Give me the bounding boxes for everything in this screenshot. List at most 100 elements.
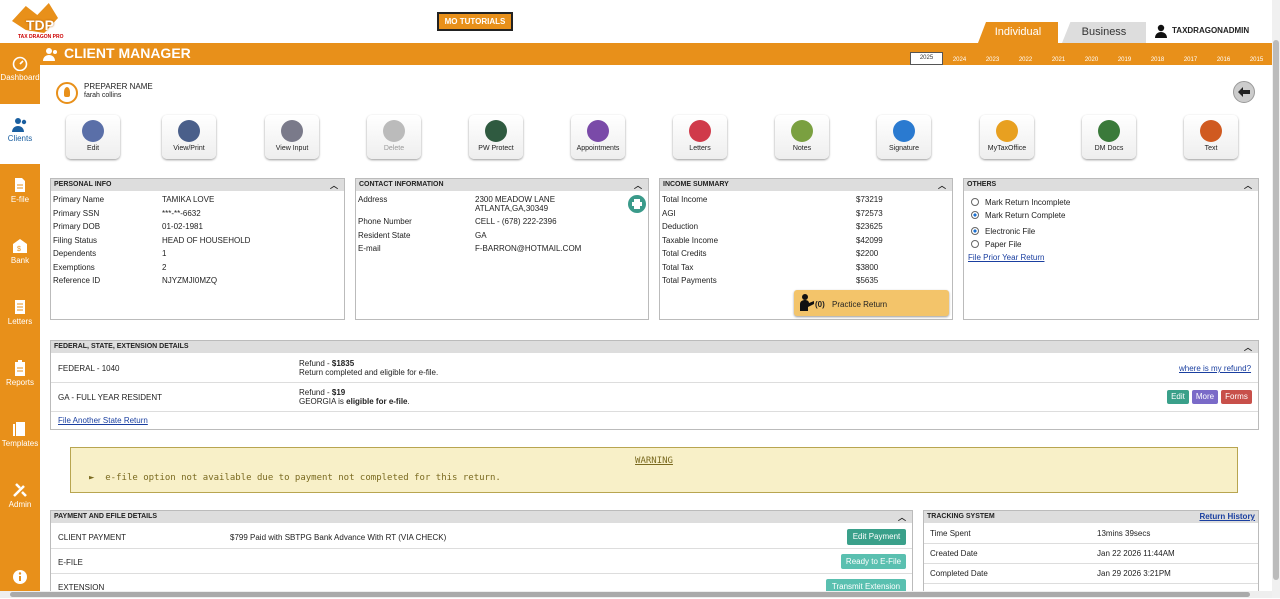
year-2025[interactable]: 2025 (910, 52, 943, 65)
personal-field-label: Filing Status (53, 235, 98, 245)
year-2024[interactable]: 2024 (943, 52, 976, 65)
mytaxoffice-label: MyTaxOffice (987, 145, 1027, 152)
return-history-link[interactable]: Return History (1199, 511, 1255, 523)
logo[interactable]: TDP TAX DRAGON PRO (4, 3, 66, 41)
appointments-label: Appointments (576, 145, 620, 152)
contact-info-title: CONTACT INFORMATION (359, 181, 444, 188)
collapse-icon[interactable]: ︿ (634, 180, 642, 192)
personal-field-value: TAMIKA LOVE (162, 195, 215, 204)
text-label: Text (1204, 145, 1218, 152)
collapse-icon[interactable]: ︿ (330, 180, 338, 192)
collapse-icon[interactable]: ︿ (938, 180, 946, 192)
letters-button[interactable]: Letters (673, 115, 727, 159)
letters-label: Letters (689, 145, 711, 152)
state-more-button[interactable]: More (1192, 390, 1218, 404)
horizontal-scrollbar[interactable] (0, 591, 1272, 598)
mark-complete-option[interactable]: Mark Return Complete (971, 211, 1065, 220)
collapse-icon[interactable]: ︿ (1244, 180, 1252, 192)
year-2015[interactable]: 2015 (1240, 52, 1273, 65)
view-print-label: View/Print (173, 145, 205, 152)
tracking-label: Completed Date (930, 569, 988, 578)
paper-file-option[interactable]: Paper File (971, 240, 1021, 249)
efile-label: E-FILE (58, 558, 83, 567)
appointments-icon (587, 120, 609, 142)
tracking-row: Created Date Jan 22 2026 11:44AM (924, 544, 1258, 564)
logo-text: TDP (26, 17, 54, 33)
mark-incomplete-label: Mark Return Incomplete (985, 198, 1071, 207)
file-prior-year-link[interactable]: File Prior Year Return (968, 253, 1044, 262)
electronic-file-option[interactable]: Electronic File (971, 227, 1035, 236)
income-field-label: Deduction (662, 222, 699, 231)
warning-title: WARNING (635, 456, 673, 466)
print-icon[interactable] (628, 195, 646, 213)
text-button[interactable]: Text (1184, 115, 1238, 159)
year-2018[interactable]: 2018 (1141, 52, 1174, 65)
edit-label: Edit (86, 145, 100, 152)
mytaxoffice-button[interactable]: MyTaxOffice (980, 115, 1034, 159)
income-summary-panel: INCOME SUMMARY ︿ Total Income $73219 AGI $72… (659, 178, 953, 320)
mark-incomplete-option[interactable]: Mark Return Incomplete (971, 198, 1070, 207)
sidebar-item-label: Letters (7, 317, 33, 326)
sidebar-item-dashboard[interactable]: Dashboard (0, 43, 40, 103)
sidebar-item-templates[interactable]: Templates (0, 409, 40, 469)
collapse-icon[interactable]: ︿ (898, 512, 906, 524)
svg-text:$: $ (17, 246, 21, 253)
radio-checked-icon[interactable] (971, 227, 979, 235)
dm-docs-button[interactable]: DM Docs (1082, 115, 1136, 159)
preparer-name: farah collins (84, 92, 122, 99)
appointments-button[interactable]: Appointments (571, 115, 625, 159)
clients-icon (12, 118, 27, 132)
sidebar-item-e-file[interactable]: E-file (0, 165, 40, 225)
pw-protect-button[interactable]: PW Protect (469, 115, 523, 159)
practice-count: (0) (815, 300, 825, 309)
tab-individual[interactable]: Individual (978, 22, 1058, 43)
collapse-icon[interactable]: ︿ (1244, 342, 1252, 354)
tab-business[interactable]: Business (1062, 22, 1146, 43)
scrollbar-thumb[interactable] (10, 592, 1250, 597)
sidebar-item-label: Templates (1, 439, 39, 448)
sidebar-item-admin[interactable]: Admin (0, 470, 40, 530)
income-field-label: Total Tax (662, 262, 694, 272)
radio-icon[interactable] (971, 198, 979, 206)
tracking-row: Time Spent 13mins 39secs (924, 524, 1258, 544)
edit-button[interactable]: Edit (66, 115, 120, 159)
notes-button[interactable]: Notes (775, 115, 829, 159)
warning-text: ► e-file option not available due to pay… (89, 473, 501, 483)
sidebar-item-letters[interactable]: Letters (0, 287, 40, 347)
personal-field-label: Dependents (53, 249, 97, 258)
ga-label: GA - FULL YEAR RESIDENT (58, 393, 163, 402)
radio-icon[interactable] (971, 240, 979, 248)
where-is-my-refund-link[interactable]: where is my refund? (1179, 364, 1251, 373)
signature-button[interactable]: Signature (877, 115, 931, 159)
scrollbar-thumb[interactable] (1273, 40, 1279, 580)
sidebar-item-reports[interactable]: Reports (0, 348, 40, 408)
others-panel: OTHERS ︿ Mark Return Incomplete Mark Retu… (963, 178, 1259, 320)
year-2022[interactable]: 2022 (1009, 52, 1042, 65)
vertical-scrollbar[interactable] (1272, 0, 1280, 598)
view-input-button[interactable]: View Input (265, 115, 319, 159)
delete-button[interactable]: Delete (367, 115, 421, 159)
year-2019[interactable]: 2019 (1108, 52, 1141, 65)
back-button[interactable] (1233, 81, 1255, 103)
ready-to-efile-button[interactable]: Ready to E-File (841, 554, 906, 569)
mo-tutorials-button[interactable]: MO TUTORIALS (437, 12, 513, 31)
view-print-button[interactable]: View/Print (162, 115, 216, 159)
user-menu[interactable]: TAXDRAGONADMIN (1152, 24, 1249, 38)
edit-payment-button[interactable]: Edit Payment (847, 529, 906, 545)
sidebar-item-clients[interactable]: Clients (0, 104, 40, 164)
radio-checked-icon[interactable] (971, 211, 979, 219)
federal-refund: Refund - $1835 (299, 359, 355, 368)
state-edit-button[interactable]: Edit (1167, 390, 1189, 404)
file-another-state-link[interactable]: File Another State Return (58, 416, 148, 425)
income-field-label: Total Income (662, 195, 708, 204)
personal-field-value: 2 (162, 262, 167, 272)
sidebar-item-bank[interactable]: $ Bank (0, 226, 40, 286)
state-forms-button[interactable]: Forms (1221, 390, 1252, 404)
practice-return-button[interactable]: (0) Practice Return (794, 290, 949, 316)
year-2021[interactable]: 2021 (1042, 52, 1075, 65)
year-2023[interactable]: 2023 (976, 52, 1009, 65)
year-2017[interactable]: 2017 (1174, 52, 1207, 65)
income-field-value: $3800 (856, 262, 879, 272)
year-2016[interactable]: 2016 (1207, 52, 1240, 65)
year-2020[interactable]: 2020 (1075, 52, 1108, 65)
